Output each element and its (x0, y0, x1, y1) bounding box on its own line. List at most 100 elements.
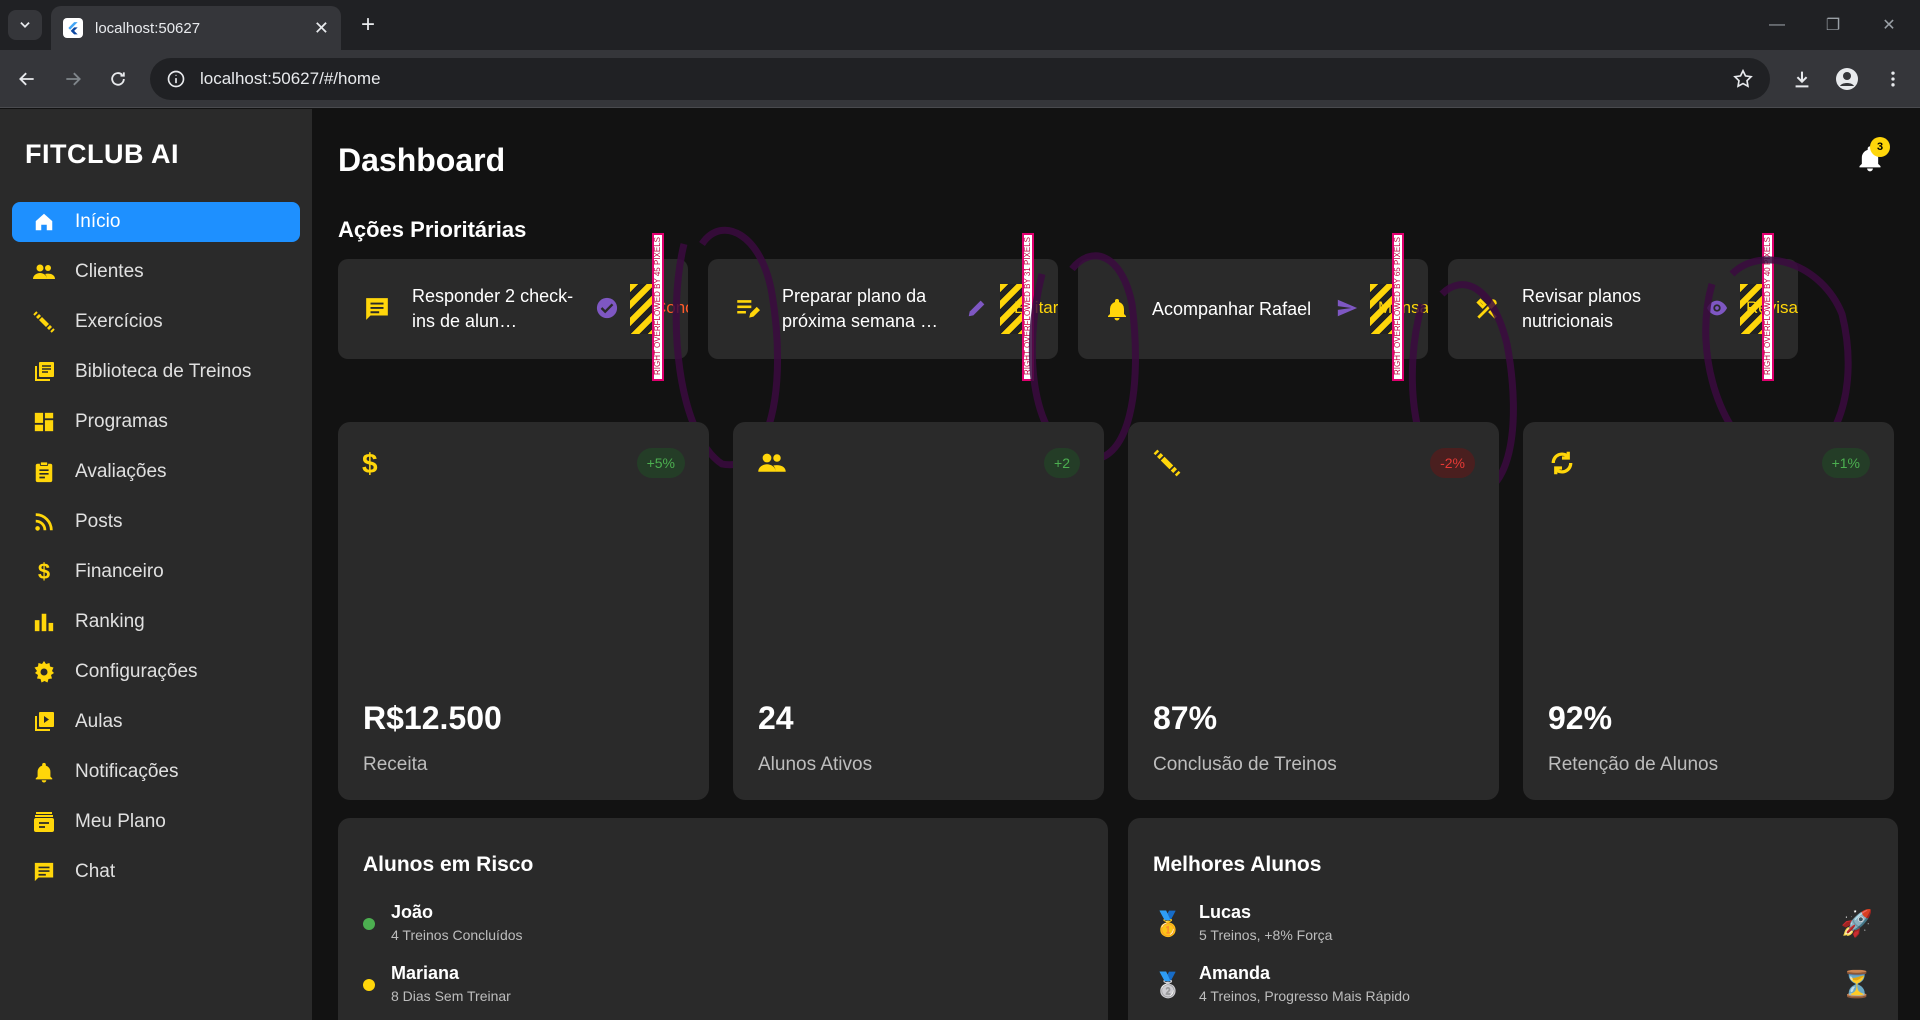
assignment-icon (32, 460, 56, 484)
stat-card-retention: +1% 92% Retenção de Alunos (1523, 422, 1894, 800)
stat-label: Alunos Ativos (758, 754, 873, 775)
top-students-panel: Melhores Alunos 🥇 Lucas 5 Treinos, +8% F… (1128, 818, 1898, 1020)
chat-icon (32, 860, 56, 884)
profile-button[interactable] (1832, 64, 1862, 94)
dollar-icon: $ (37, 559, 51, 584)
new-tab-button[interactable]: + (353, 10, 383, 40)
browser-tab-strip: localhost:50627 ✕ + — ❐ ✕ (0, 0, 1920, 50)
sidebar-item-label: Clientes (75, 261, 144, 282)
sidebar-item-aulas[interactable]: Aulas (12, 702, 300, 742)
url-text[interactable]: localhost:50627/#/home (200, 69, 381, 89)
minimize-icon[interactable]: — (1762, 10, 1792, 40)
dumbbell-icon (32, 310, 56, 334)
browser-menu-button[interactable] (1878, 64, 1908, 94)
stat-value: R$12.500 (363, 700, 502, 736)
eye-icon[interactable] (1706, 297, 1728, 319)
student-detail: 8 Dias Sem Treinar (391, 988, 511, 1004)
at-risk-panel: Alunos em Risco João 4 Treinos Concluído… (338, 818, 1108, 1020)
sidebar-item-label: Ranking (75, 611, 145, 632)
home-icon (32, 210, 56, 234)
check-circle-icon[interactable] (596, 297, 618, 319)
stat-label: Conclusão de Treinos (1153, 754, 1337, 775)
panel-title: Alunos em Risco (363, 853, 534, 876)
sidebar-item-label: Posts (75, 511, 123, 532)
priority-card[interactable]: Acompanhar Rafael Mensagem (1078, 259, 1428, 359)
bar-chart-icon (32, 610, 56, 634)
sidebar-item-chat[interactable]: Chat (12, 852, 300, 892)
list-item[interactable]: João 4 Treinos Concluídos (363, 902, 1083, 950)
priority-actions-title: Ações Prioritárias (338, 217, 527, 242)
sidebar-item-avaliacoes[interactable]: Avaliações (12, 452, 300, 492)
bookmark-star-icon[interactable] (1732, 68, 1754, 90)
sidebar-item-exercicios[interactable]: Exercícios (12, 302, 300, 342)
download-icon (1795, 71, 1809, 88)
chat-icon (362, 294, 392, 324)
brand-logo: FITCLUB AI (25, 139, 179, 169)
sidebar-item-posts[interactable]: Posts (12, 502, 300, 542)
dashboard-icon (32, 410, 56, 434)
stat-label: Receita (363, 754, 428, 775)
priority-card[interactable]: Responder 2 check-ins de alun… Concluir (338, 259, 688, 359)
stat-label: Retenção de Alunos (1548, 754, 1719, 775)
sidebar-item-programas[interactable]: Programas (12, 402, 300, 442)
silver-medal-icon: 🥈 (1153, 972, 1183, 999)
sidebar-item-label: Chat (75, 861, 116, 882)
sidebar-item-notificacoes[interactable]: Notificações (12, 752, 300, 792)
close-window-icon[interactable]: ✕ (1874, 10, 1904, 40)
sidebar-item-configuracoes[interactable]: Configurações (12, 652, 300, 692)
stat-value: 92% (1548, 700, 1613, 736)
edit-note-icon (732, 294, 762, 324)
list-item[interactable]: 🥇 Lucas 5 Treinos, +8% Força 🚀 (1153, 902, 1873, 950)
reload-button[interactable] (103, 64, 133, 94)
sidebar-item-clientes[interactable]: Clientes (12, 252, 300, 292)
tab-search-button[interactable] (8, 10, 42, 40)
dollar-icon: $ (362, 448, 378, 479)
tab-title: localhost:50627 (95, 19, 201, 37)
arrow-right-icon (66, 72, 81, 86)
list-item[interactable]: 🥈 Amanda 4 Treinos, Progresso Mais Rápid… (1153, 963, 1873, 1011)
browser-tab[interactable]: localhost:50627 ✕ (51, 6, 341, 50)
stat-value: 87% (1153, 700, 1218, 736)
sidebar-item-inicio[interactable]: Início (12, 202, 300, 242)
back-button[interactable] (12, 64, 42, 94)
student-name: Mariana (391, 963, 460, 983)
sidebar-item-financeiro[interactable]: $ Financeiro (12, 552, 300, 592)
priority-card-text: Responder 2 check-ins de alun… (412, 286, 574, 331)
sidebar-item-ranking[interactable]: Ranking (12, 602, 300, 642)
send-icon[interactable] (1336, 297, 1358, 319)
site-info-icon[interactable] (166, 69, 186, 89)
priority-card[interactable]: Preparar plano da próxima semana … Edita… (708, 259, 1058, 359)
close-tab-icon[interactable]: ✕ (314, 18, 329, 39)
student-name: Amanda (1199, 963, 1271, 983)
page-title: Dashboard (338, 142, 506, 178)
delta-badge: +2 (1044, 448, 1080, 478)
address-bar[interactable]: localhost:50627/#/home (150, 58, 1770, 100)
action-button-label[interactable]: Editar (1014, 298, 1058, 318)
delta-badge: +1% (1821, 448, 1870, 478)
refresh-icon (1551, 451, 1573, 475)
stat-card-revenue: $ +5% R$12.500 Receita (338, 422, 709, 800)
sidebar-item-label: Configurações (75, 661, 198, 682)
student-name: Lucas (1199, 902, 1252, 922)
priority-card[interactable]: Revisar planos nutricionais Revisar (1448, 259, 1798, 359)
sidebar-nav: Início Clientes Exercícios Biblioteca de… (12, 202, 300, 902)
overflow-text: RIGHT OVERFLOWED BY 40 PIXELS (1763, 237, 1772, 375)
downloads-button[interactable] (1787, 64, 1817, 94)
sidebar-item-label: Programas (75, 411, 168, 432)
restore-icon[interactable]: ❐ (1818, 10, 1848, 40)
sidebar-item-biblioteca[interactable]: Biblioteca de Treinos (12, 352, 300, 392)
notifications-button[interactable]: 3 (1856, 137, 1890, 173)
library-icon (32, 360, 56, 384)
sidebar-item-label: Avaliações (75, 461, 167, 482)
sidebar-item-meu-plano[interactable]: Meu Plano (12, 802, 300, 842)
priority-card-text: Preparar plano da próxima semana … (782, 286, 939, 331)
forward-button[interactable] (58, 64, 88, 94)
stat-card-workout-completion: -2% 87% Conclusão de Treinos (1128, 422, 1499, 800)
list-item[interactable]: Mariana 8 Dias Sem Treinar (363, 963, 1083, 1011)
pencil-icon[interactable] (966, 297, 988, 319)
overflow-text: RIGHT OVERFLOWED BY 45 PIXELS (653, 237, 662, 375)
student-detail: 4 Treinos Concluídos (391, 927, 523, 943)
arrow-left-icon (19, 72, 34, 86)
sidebar-item-label: Notificações (75, 761, 179, 782)
overflow-warning: RIGHT OVERFLOWED BY 40 PIXELS (1762, 233, 1774, 381)
